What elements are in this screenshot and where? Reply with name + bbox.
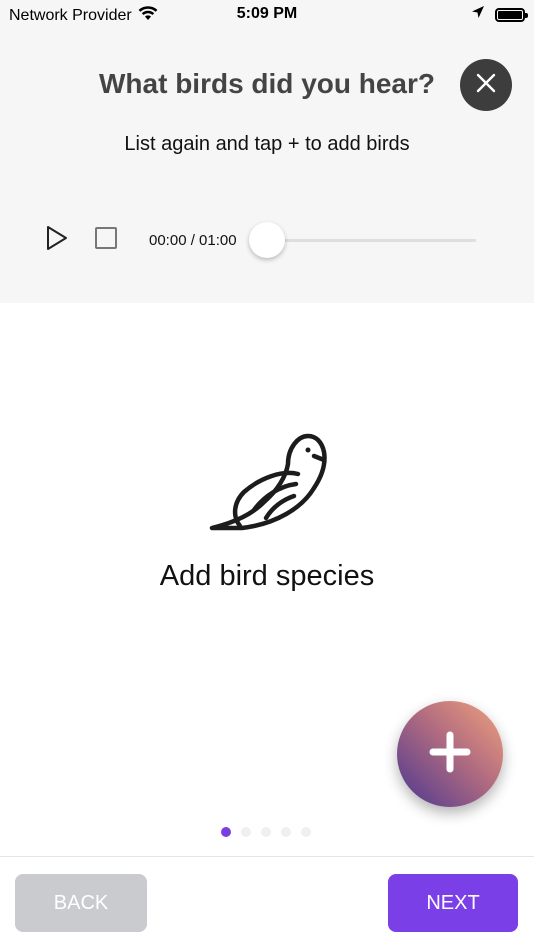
back-button[interactable]: BACK <box>15 874 147 932</box>
next-button[interactable]: NEXT <box>388 874 518 932</box>
page-indicator <box>0 827 534 837</box>
page-title: What birds did you hear? <box>98 68 435 99</box>
page-dot <box>281 827 291 837</box>
footer-divider <box>0 856 534 857</box>
next-button-label: NEXT <box>426 891 480 914</box>
playback-time: 00:00 / 01:00 <box>149 232 237 249</box>
audio-player: 00:00 / 01:00 <box>0 218 534 262</box>
bird-icon <box>206 430 328 534</box>
status-bar: Network Provider 5:09 PM <box>0 0 534 28</box>
back-button-label: BACK <box>53 891 109 914</box>
page-dot <box>261 827 271 837</box>
plus-icon <box>429 731 471 778</box>
battery-icon <box>495 7 528 22</box>
play-icon[interactable] <box>44 224 70 252</box>
status-time: 5:09 PM <box>236 5 298 22</box>
page-dot <box>301 827 311 837</box>
page-dot-active <box>221 827 231 837</box>
empty-state-label: Add bird species <box>159 560 375 592</box>
seek-thumb[interactable] <box>249 222 285 258</box>
page-subtitle: List again and tap + to add birds <box>124 133 410 155</box>
header-panel: Network Provider 5:09 PM What birds did … <box>0 0 534 303</box>
seek-track[interactable] <box>266 239 476 242</box>
location-arrow-icon <box>471 5 485 24</box>
status-right <box>471 5 528 24</box>
add-bird-button[interactable] <box>397 701 503 807</box>
stop-icon[interactable] <box>95 227 117 249</box>
page-dot <box>241 827 251 837</box>
close-icon <box>475 72 497 99</box>
close-button[interactable] <box>460 59 512 111</box>
